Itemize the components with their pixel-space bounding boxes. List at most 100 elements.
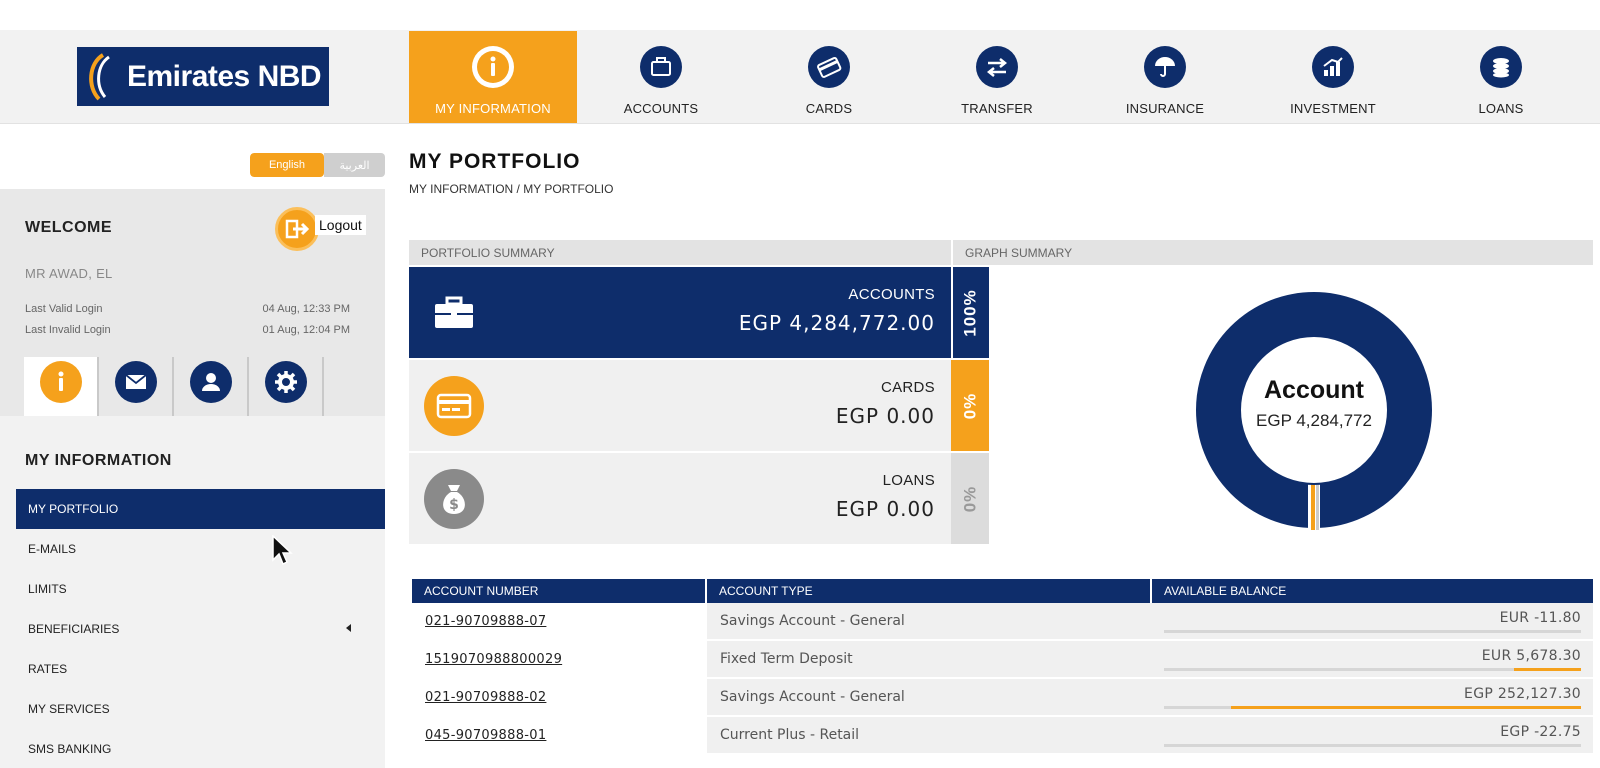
- nav-insurance[interactable]: INSURANCE: [1081, 31, 1249, 123]
- table-body: 021-90709888-07 Savings Account - General…: [412, 603, 1593, 755]
- brand-logo[interactable]: Emirates NBD: [77, 47, 329, 106]
- card-icon: [808, 46, 850, 88]
- available-balance: EUR 5,678.30: [1481, 648, 1581, 664]
- briefcase-icon: [424, 283, 484, 343]
- tab-messages[interactable]: [99, 357, 174, 416]
- nav-label: ACCOUNTS: [623, 101, 699, 116]
- sidebar-item-my-services[interactable]: MY SERVICES: [16, 689, 385, 729]
- profile-icon-tabs: [24, 357, 324, 416]
- table-row: 021-90709888-02 Savings Account - General…: [412, 679, 1593, 717]
- logout-icon: [275, 207, 319, 251]
- summary-label: LOANS: [882, 472, 935, 489]
- donut-subtitle: EGP 4,284,772: [1256, 411, 1372, 430]
- money-bag-icon: $: [424, 469, 484, 529]
- table-row: 021-90709888-07 Savings Account - General…: [412, 603, 1593, 641]
- account-type: Fixed Term Deposit: [707, 641, 1152, 677]
- coins-icon: [1480, 46, 1522, 88]
- available-balance-cell: EGP -22.75: [1152, 717, 1593, 753]
- available-balance: EGP 252,127.30: [1464, 686, 1581, 702]
- table-row: 045-90709888-01 Current Plus - Retail EGP …: [412, 717, 1593, 755]
- nav-label: INVESTMENT: [1290, 101, 1376, 116]
- sidebar-menu-panel: MY INFORMATION MY PORTFOLIO E-MAILS LIMI…: [0, 416, 385, 768]
- summary-label: CARDS: [880, 379, 935, 396]
- logout-button[interactable]: Logout: [275, 207, 366, 251]
- language-arabic-button[interactable]: العربية: [324, 153, 385, 177]
- account-number-link[interactable]: 1519070988800029: [412, 641, 707, 677]
- sidebar-item-label: BENEFICIARIES: [28, 622, 120, 636]
- sidebar-item-limits[interactable]: LIMITS: [16, 569, 385, 609]
- sidebar-title: MY INFORMATION: [25, 452, 172, 469]
- available-balance: EUR -11.80: [1499, 610, 1581, 626]
- column-header-account-type[interactable]: ACCOUNT TYPE: [707, 579, 1152, 603]
- sidebar-item-my-portfolio[interactable]: MY PORTFOLIO: [16, 489, 385, 529]
- tab-settings[interactable]: [249, 357, 324, 416]
- sidebar-item-sms-banking[interactable]: SMS BANKING: [16, 729, 385, 768]
- tab-information[interactable]: [24, 357, 99, 416]
- nav-my-information[interactable]: MY INFORMATION: [409, 31, 577, 123]
- available-balance: EGP -22.75: [1500, 724, 1581, 740]
- summary-amount: EGP 0.00: [835, 404, 935, 428]
- balance-bar-track: [1164, 744, 1581, 747]
- nav-label: MY INFORMATION: [435, 101, 551, 116]
- donut-center: [1239, 335, 1389, 485]
- sidebar-item-e-mails[interactable]: E-MAILS: [16, 529, 385, 569]
- sidebar-item-beneficiaries[interactable]: BENEFICIARIES: [16, 609, 385, 649]
- summary-amount: EGP 0.00: [835, 497, 935, 521]
- table-header: ACCOUNT NUMBER ACCOUNT TYPE AVAILABLE BA…: [412, 579, 1593, 603]
- available-balance-cell: EUR 5,678.30: [1152, 641, 1593, 677]
- nav-transfer[interactable]: TRANSFER: [913, 31, 1081, 123]
- tab-profile[interactable]: [174, 357, 249, 416]
- last-invalid-login-value: 01 Aug, 12:04 PM: [262, 324, 350, 336]
- summary-row-accounts[interactable]: ACCOUNTS EGP 4,284,772.00: [409, 267, 951, 358]
- user-icon: [189, 361, 232, 403]
- mail-icon: [114, 361, 157, 403]
- summary-row-loans[interactable]: $ LOANS EGP 0.00: [409, 453, 951, 544]
- balance-bar-track: [1164, 630, 1581, 633]
- column-header-available-balance[interactable]: AVAILABLE BALANCE: [1152, 579, 1593, 603]
- summary-percent-loans: 0%: [951, 453, 989, 544]
- nav-loans[interactable]: LOANS: [1417, 31, 1585, 123]
- last-invalid-login-label: Last Invalid Login: [25, 324, 111, 336]
- nav-cards[interactable]: CARDS: [745, 31, 913, 123]
- main-nav: MY INFORMATION ACCOUNTS CARDS TRANSFER I…: [409, 31, 1585, 123]
- account-type: Savings Account - General: [707, 603, 1152, 639]
- last-valid-login-value: 04 Aug, 12:33 PM: [262, 303, 350, 315]
- page-title: MY PORTFOLIO: [409, 150, 581, 173]
- account-number-link[interactable]: 021-90709888-02: [412, 679, 707, 715]
- language-english-button[interactable]: English: [250, 153, 324, 177]
- account-number-link[interactable]: 045-90709888-01: [412, 717, 707, 753]
- donut-loans-slice: [1316, 482, 1319, 530]
- welcome-title: WELCOME: [25, 219, 113, 236]
- nav-label: TRANSFER: [961, 101, 1033, 116]
- summary-percent-cards: 0%: [951, 360, 989, 451]
- mouse-cursor-icon: [272, 535, 293, 566]
- briefcase-icon: [640, 46, 682, 88]
- brand-name: Emirates NBD: [127, 59, 322, 93]
- graph-summary-header: GRAPH SUMMARY: [953, 240, 1593, 265]
- summary-row-cards[interactable]: CARDS EGP 0.00: [409, 360, 951, 451]
- accounts-table: ACCOUNT NUMBER ACCOUNT TYPE AVAILABLE BA…: [412, 579, 1593, 755]
- available-balance-cell: EUR -11.80: [1152, 603, 1593, 639]
- sidebar-item-rates[interactable]: RATES: [16, 649, 385, 689]
- account-type: Savings Account - General: [707, 679, 1152, 715]
- available-balance-cell: EGP 252,127.30: [1152, 679, 1593, 715]
- account-number-link[interactable]: 021-90709888-07: [412, 603, 707, 639]
- info-icon: [472, 46, 514, 88]
- growth-chart-icon: [1312, 46, 1354, 88]
- portfolio-summary-header: PORTFOLIO SUMMARY: [409, 240, 951, 265]
- donut-cards-slice: [1311, 482, 1315, 530]
- nav-investment[interactable]: INVESTMENT: [1249, 31, 1417, 123]
- language-switcher: English العربية: [250, 153, 385, 177]
- logo-mark-icon: [77, 47, 121, 106]
- card-icon: [424, 376, 484, 436]
- nav-accounts[interactable]: ACCOUNTS: [577, 31, 745, 123]
- table-row: 1519070988800029 Fixed Term Deposit EUR 5,…: [412, 641, 1593, 679]
- account-type: Current Plus - Retail: [707, 717, 1152, 753]
- balance-bar-fill: [1514, 668, 1581, 671]
- last-valid-login: Last Valid Login 04 Aug, 12:33 PM: [25, 303, 350, 315]
- percent-value: 100%: [961, 288, 981, 337]
- gear-icon: [264, 361, 307, 403]
- balance-bar-track: [1164, 668, 1581, 671]
- column-header-account-number[interactable]: ACCOUNT NUMBER: [412, 579, 707, 603]
- user-name: MR AWAD, EL: [25, 266, 113, 281]
